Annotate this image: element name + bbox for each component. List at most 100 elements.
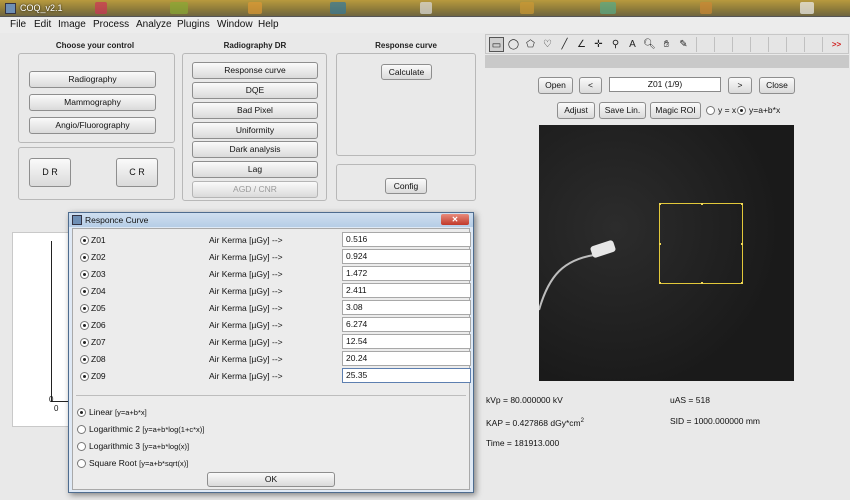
lag-button[interactable]: Lag: [192, 161, 318, 178]
angle-tool-icon[interactable]: ∠: [574, 37, 589, 52]
roi-rectangle[interactable]: [659, 203, 743, 284]
dialog-title: Responce Curve: [85, 215, 149, 225]
air-kerma-input[interactable]: 6.274: [342, 317, 471, 332]
menu-process[interactable]: Process: [93, 19, 129, 30]
air-kerma-input[interactable]: 20.24: [342, 351, 471, 366]
fit-radio[interactable]: [77, 459, 86, 468]
more-tools-icon[interactable]: >>: [829, 37, 844, 52]
bad-pixel-button[interactable]: Bad Pixel: [192, 102, 318, 119]
open-button[interactable]: Open: [538, 77, 573, 94]
air-kerma-input[interactable]: 0.516: [342, 232, 471, 247]
uas-value: uAS = 518: [670, 395, 710, 405]
fit-radio[interactable]: [77, 408, 86, 417]
row-id: Z02: [91, 252, 106, 262]
radiography-dr-title: Radiography DR: [223, 41, 287, 50]
radiography-button[interactable]: Radiography: [29, 71, 156, 88]
row-label: Air Kerma [µGy] -->: [209, 303, 283, 313]
fit-radio[interactable]: [77, 442, 86, 451]
uniformity-button[interactable]: Uniformity: [192, 122, 318, 139]
row-id: Z07: [91, 337, 106, 347]
fit-equation: [y=a+b*sqrt(x)]: [139, 459, 189, 468]
row-label: Air Kerma [µGy] -->: [209, 252, 283, 262]
imagej-toolbar: ▭ ◯ ⬠ ♡ ╱ ∠ ✛ ⚲ A 🔍︎ ✋︎ ✎ >>: [485, 34, 849, 54]
image-name-field[interactable]: Z01 (1/9): [609, 77, 721, 92]
line-tool-icon[interactable]: ╱: [557, 37, 572, 52]
config-group: Config: [336, 164, 476, 201]
response-curve-group: Calculate: [336, 53, 476, 156]
menu-image[interactable]: Image: [58, 19, 86, 30]
fit-equation: [y=a+b*log(x)]: [142, 442, 190, 451]
close-image-button[interactable]: Close: [759, 77, 795, 94]
row-radio[interactable]: [80, 253, 89, 262]
response-curve-dialog: Responce Curve ✕ Z01 Air Kerma [µGy] -->…: [68, 212, 474, 493]
freehand-tool-icon[interactable]: ♡: [540, 37, 555, 52]
dialog-title-bar: Responce Curve ✕: [69, 213, 473, 227]
air-kerma-input[interactable]: 12.54: [342, 334, 471, 349]
point-tool-icon[interactable]: ✛: [591, 37, 606, 52]
air-kerma-input[interactable]: 3.08: [342, 300, 471, 315]
list-item: Z01 Air Kerma [µGy] --> 0.516: [76, 231, 471, 248]
row-label: Air Kerma [µGy] -->: [209, 235, 283, 245]
air-kerma-input[interactable]: 1.472: [342, 266, 471, 281]
row-radio[interactable]: [80, 287, 89, 296]
rectangle-tool-icon[interactable]: ▭: [489, 37, 504, 52]
dialog-app-icon: [72, 215, 82, 225]
calculate-button[interactable]: Calculate: [381, 64, 432, 80]
fit-name: Square Root: [89, 458, 137, 468]
image-viewer[interactable]: [539, 125, 794, 381]
menu-bar: File Edit Image Process Analyze Plugins …: [0, 17, 850, 33]
oval-tool-icon[interactable]: ◯: [506, 37, 521, 52]
row-radio[interactable]: [80, 355, 89, 364]
title-bar: COQ_v2.1: [0, 0, 850, 17]
dark-analysis-button[interactable]: Dark analysis: [192, 141, 318, 158]
row-radio[interactable]: [80, 270, 89, 279]
text-tool-icon[interactable]: A: [625, 37, 640, 52]
menu-help[interactable]: Help: [258, 19, 279, 30]
wand-tool-icon[interactable]: ⚲: [608, 37, 623, 52]
config-button[interactable]: Config: [385, 178, 427, 194]
ok-button[interactable]: OK: [207, 472, 335, 487]
row-radio[interactable]: [80, 321, 89, 330]
graph-x-zero: 0: [54, 404, 59, 413]
row-radio[interactable]: [80, 372, 89, 381]
save-lin-button[interactable]: Save Lin.: [599, 102, 646, 119]
polygon-tool-icon[interactable]: ⬠: [523, 37, 538, 52]
row-radio[interactable]: [80, 236, 89, 245]
magnifier-tool-icon[interactable]: 🔍︎: [642, 37, 657, 52]
angio-fluorography-button[interactable]: Angio/Fluorography: [29, 117, 156, 134]
hand-tool-icon[interactable]: ✋︎: [659, 37, 674, 52]
response-curve-button[interactable]: Response curve: [192, 62, 318, 79]
next-image-button[interactable]: >: [728, 77, 752, 94]
list-item: Z05 Air Kerma [µGy] --> 3.08: [76, 299, 471, 316]
magic-roi-button[interactable]: Magic ROI: [650, 102, 701, 119]
row-id: Z03: [91, 269, 106, 279]
graph-y-axis: [51, 241, 52, 401]
linear-identity-radio[interactable]: [706, 106, 715, 115]
row-radio[interactable]: [80, 338, 89, 347]
air-kerma-input[interactable]: 0.924: [342, 249, 471, 264]
prev-image-button[interactable]: <: [579, 77, 602, 94]
menu-analyze[interactable]: Analyze: [136, 19, 172, 30]
dialog-close-icon[interactable]: ✕: [441, 214, 469, 225]
graph-y-zero: 0: [49, 395, 54, 404]
menu-plugins[interactable]: Plugins: [177, 19, 210, 30]
row-id: Z06: [91, 320, 106, 330]
row-id: Z04: [91, 286, 106, 296]
affine-radio[interactable]: [737, 106, 746, 115]
radiography-dr-group: Response curve DQE Bad Pixel Uniformity …: [182, 53, 327, 201]
mammography-button[interactable]: Mammography: [29, 94, 156, 111]
menu-file[interactable]: File: [10, 19, 26, 30]
detector-group: D R C R: [18, 147, 175, 200]
air-kerma-input[interactable]: 25.35: [342, 368, 471, 383]
menu-edit[interactable]: Edit: [34, 19, 51, 30]
dqe-button[interactable]: DQE: [192, 82, 318, 99]
row-radio[interactable]: [80, 304, 89, 313]
agd-cnr-button: AGD / CNR: [192, 181, 318, 198]
cr-button[interactable]: C R: [116, 158, 158, 187]
fit-radio[interactable]: [77, 425, 86, 434]
menu-window[interactable]: Window: [217, 19, 253, 30]
air-kerma-input[interactable]: 2.411: [342, 283, 471, 298]
color-picker-tool-icon[interactable]: ✎: [676, 37, 691, 52]
adjust-button[interactable]: Adjust: [557, 102, 595, 119]
dr-button[interactable]: D R: [29, 158, 71, 187]
